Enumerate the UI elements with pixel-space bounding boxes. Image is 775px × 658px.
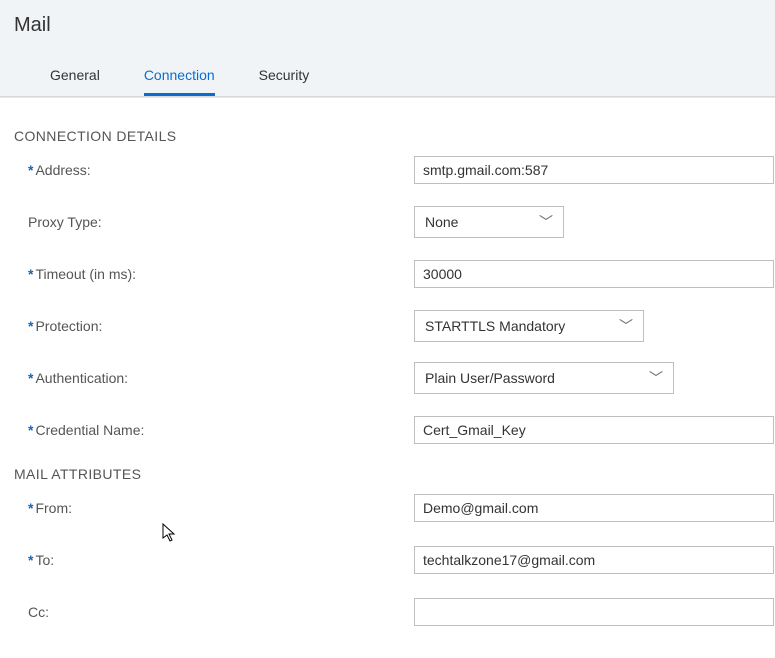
label-address-text: Address: [35,162,90,178]
row-cc: Cc: [14,596,775,628]
protection-value: STARTTLS Mandatory [425,318,565,334]
label-address: * Address: [14,162,414,178]
tabs: General Connection Security [14,65,761,96]
form-content: CONNECTION DETAILS * Address: Proxy Type… [0,98,775,658]
chevron-down-icon: ﹀ [649,368,663,388]
row-credential-name: * Credential Name: [14,414,775,446]
required-marker: * [28,162,33,178]
credential-name-input[interactable] [414,416,774,444]
proxy-type-value: None [425,214,458,230]
authentication-value: Plain User/Password [425,370,555,386]
chevron-down-icon: ﹀ [619,316,633,336]
row-to: * To: [14,544,775,576]
label-cc-text: Cc: [28,604,49,620]
cc-input[interactable] [414,598,774,626]
label-timeout: * Timeout (in ms): [14,266,414,282]
label-to: * To: [14,552,414,568]
label-cc: Cc: [14,604,414,620]
label-protection: * Protection: [14,318,414,334]
authentication-select[interactable]: Plain User/Password ﹀ [414,362,674,394]
required-marker: * [28,266,33,282]
row-from: * From: [14,492,775,524]
from-input[interactable] [414,494,774,522]
label-from-text: From: [35,500,72,516]
section-mail-attributes-title: MAIL ATTRIBUTES [14,466,775,482]
required-marker: * [28,422,33,438]
page-title: Mail [14,10,761,65]
label-to-text: To: [35,552,54,568]
row-proxy-type: Proxy Type: None ﹀ [14,206,775,238]
required-marker: * [28,370,33,386]
required-marker: * [28,318,33,334]
required-marker: * [28,552,33,568]
timeout-input[interactable] [414,260,774,288]
row-protection: * Protection: STARTTLS Mandatory ﹀ [14,310,775,342]
chevron-down-icon: ﹀ [539,212,553,232]
label-proxy-type: Proxy Type: [14,214,414,230]
address-input[interactable] [414,156,774,184]
to-input[interactable] [414,546,774,574]
label-proxy-type-text: Proxy Type: [28,214,102,230]
required-marker: * [28,500,33,516]
cursor-icon [162,523,178,543]
label-protection-text: Protection: [35,318,102,334]
row-timeout: * Timeout (in ms): [14,258,775,290]
label-timeout-text: Timeout (in ms): [35,266,136,282]
label-from: * From: [14,500,414,516]
label-authentication: * Authentication: [14,370,414,386]
label-credential-name: * Credential Name: [14,422,414,438]
tab-general[interactable]: General [50,65,100,96]
tab-security[interactable]: Security [259,65,310,96]
proxy-type-select[interactable]: None ﹀ [414,206,564,238]
row-authentication: * Authentication: Plain User/Password ﹀ [14,362,775,394]
tab-connection[interactable]: Connection [144,65,215,96]
row-address: * Address: [14,154,775,186]
section-connection-details-title: CONNECTION DETAILS [14,128,775,144]
label-credential-name-text: Credential Name: [35,422,144,438]
protection-select[interactable]: STARTTLS Mandatory ﹀ [414,310,644,342]
label-authentication-text: Authentication: [35,370,128,386]
header-area: Mail General Connection Security [0,0,775,97]
